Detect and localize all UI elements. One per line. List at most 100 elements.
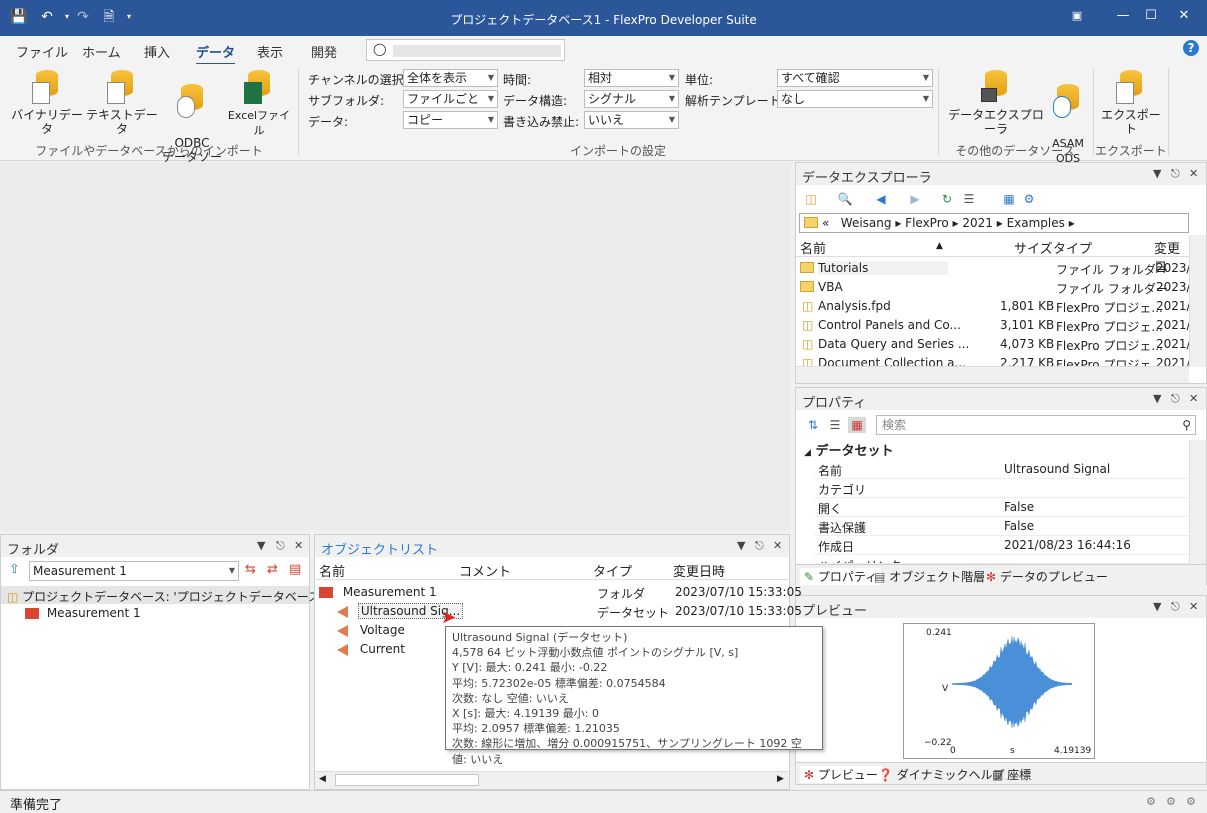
panel-close-icon[interactable]: ✕ (1189, 600, 1198, 613)
column-size[interactable]: サイズ (1014, 238, 1053, 257)
explorer-horizontal-scrollbar[interactable] (796, 366, 1189, 383)
panel-menu-icon[interactable]: ▼ (257, 539, 265, 552)
property-row[interactable]: 名前 Ultrasound Signal (814, 460, 1189, 479)
panel-menu-icon[interactable]: ▼ (1153, 167, 1161, 180)
explorer-row[interactable]: ◫ Document Collection a... 2,217 KB Flex… (796, 354, 1189, 366)
panel-menu-icon[interactable]: ▼ (1153, 392, 1161, 405)
tab-preview[interactable]: ✻ プレビュー (800, 766, 882, 783)
scroll-right-icon[interactable]: ▶ (777, 774, 784, 784)
column-name[interactable]: 名前 (319, 561, 345, 580)
object-row[interactable]: Ultrasound Sig... データセット 2023/07/10 15:3… (337, 603, 802, 620)
new-folder-icon[interactable]: ▤ (289, 562, 301, 577)
tab-object-hierarchy[interactable]: ▤ オブジェクト階層 (874, 568, 985, 585)
panel-menu-icon[interactable]: ▼ (737, 539, 745, 552)
excel-file-button[interactable]: Excelファイル (226, 70, 292, 138)
structure-combo[interactable]: シグナル ▼ (584, 90, 679, 108)
tell-me-input[interactable]: ◯ (366, 39, 565, 61)
ribbon-display-icon[interactable]: ▣ (1054, 0, 1100, 32)
pin-icon[interactable]: ⎋ (1171, 600, 1180, 614)
refresh-icon[interactable]: ↻ (938, 191, 956, 207)
panel-menu-icon[interactable]: ▼ (1153, 600, 1161, 613)
pin-icon[interactable]: ⎋ (1171, 167, 1180, 181)
explorer-vertical-scrollbar[interactable] (1189, 235, 1206, 367)
property-row[interactable]: 作成日 2021/08/23 16:44:16 (814, 536, 1189, 555)
up-folder-icon[interactable]: ⇧ (9, 562, 20, 577)
tab-develop[interactable]: 開発 (311, 42, 337, 61)
property-row[interactable]: 書込保護 False (814, 517, 1189, 536)
scroll-left-icon[interactable]: ◀ (319, 774, 326, 784)
object-row[interactable]: Current (337, 642, 405, 656)
breadcrumb-item[interactable]: 2021 (962, 216, 993, 230)
tab-file[interactable]: ファイル (16, 42, 68, 61)
property-row[interactable]: 開く False (814, 498, 1189, 517)
explorer-row[interactable]: ◫ Analysis.fpd 1,801 KB FlexPro プロジェ... … (796, 297, 1198, 316)
write-protect-combo[interactable]: いいえ ▼ (584, 111, 679, 129)
time-combo[interactable]: 相対 ▼ (584, 69, 679, 87)
property-row[interactable]: カテゴリ (814, 479, 1189, 498)
filter-icon[interactable]: ▦ (848, 417, 866, 433)
breadcrumb-back[interactable]: « (822, 216, 829, 230)
tab-home[interactable]: ホーム (82, 42, 121, 61)
database-tool-icon[interactable]: ◫ (802, 191, 820, 207)
object-row[interactable]: Voltage (337, 623, 405, 637)
channel-select-combo[interactable]: 全体を表示 ▼ (403, 69, 498, 87)
explorer-row[interactable]: ◫ Data Query and Series ... 4,073 KB Fle… (796, 335, 1198, 354)
column-type[interactable]: タイプ (593, 561, 632, 580)
folder-action-icon[interactable]: ⇆ (245, 562, 256, 577)
export-button[interactable]: エクスポート (1097, 70, 1165, 136)
breadcrumb-item[interactable]: Examples (1007, 216, 1065, 230)
column-name[interactable]: 名前 (800, 238, 826, 257)
categorize-icon[interactable]: ☰ (826, 417, 844, 433)
pin-icon[interactable]: ⎋ (276, 539, 285, 553)
data-explorer-button[interactable]: データエクスプローラ (944, 70, 1048, 136)
column-modified[interactable]: 変更日時 (673, 561, 725, 580)
column-type[interactable]: タイプ (1053, 238, 1092, 257)
grid-icon[interactable]: ▦ (1000, 191, 1018, 207)
panel-close-icon[interactable]: ✕ (773, 539, 782, 552)
sort-az-icon[interactable]: ⇅ (804, 417, 822, 433)
tab-coordinates[interactable]: ▦ 座標 (992, 766, 1031, 783)
object-row[interactable]: Measurement 1 フォルダ 2023/07/10 15:33:05 (319, 585, 802, 601)
subfolder-combo[interactable]: ファイルごと ▼ (403, 90, 498, 108)
close-button[interactable]: ✕ (1161, 0, 1207, 32)
column-comment[interactable]: コメント (459, 561, 511, 580)
unit-combo[interactable]: すべて確認 ▼ (777, 69, 933, 87)
tree-item-folder[interactable]: Measurement 1 (25, 606, 141, 620)
view-mode-icon[interactable]: ☰ (960, 191, 978, 207)
tab-data-preview[interactable]: ✻ データのプレビュー (986, 568, 1108, 585)
pin-icon[interactable]: ⎋ (1171, 392, 1180, 406)
folder-combo[interactable]: Measurement 1 ▼ (29, 561, 239, 581)
tab-dynamic-help[interactable]: ❓ ダイナミックヘルプ (878, 766, 1005, 783)
tree-item-project[interactable]: ◫ プロジェクトデータベース: 'プロジェクトデータベース1' (1, 586, 331, 604)
forward-icon[interactable]: ▶ (906, 191, 924, 207)
folder-action-icon[interactable]: ⇄ (267, 562, 278, 577)
properties-search-input[interactable]: 検索 ⚲ (876, 415, 1196, 435)
panel-close-icon[interactable]: ✕ (1189, 392, 1198, 405)
scroll-thumb[interactable] (335, 774, 479, 786)
breadcrumb-item[interactable]: FlexPro (905, 216, 949, 230)
tab-view[interactable]: 表示 (257, 42, 283, 61)
help-icon[interactable]: ? (1183, 40, 1199, 56)
object-list-horizontal-scrollbar[interactable]: ◀ ▶ (315, 771, 789, 789)
data-combo[interactable]: コピー ▼ (403, 111, 498, 129)
explorer-row[interactable]: Tutorials ファイル フォルダー 2023/0 (796, 259, 1198, 278)
search-tool-icon[interactable]: 🔍 (836, 191, 854, 207)
breadcrumb-item[interactable]: Weisang (841, 216, 892, 230)
explorer-row[interactable]: ◫ Control Panels and Co... 3,101 KB Flex… (796, 316, 1198, 335)
panel-close-icon[interactable]: ✕ (294, 539, 303, 552)
tab-insert[interactable]: 挿入 (144, 42, 170, 61)
properties-scrollbar[interactable] (1189, 440, 1206, 564)
property-row[interactable]: ハイパーリンク (814, 555, 1189, 564)
panel-close-icon[interactable]: ✕ (1189, 167, 1198, 180)
template-combo[interactable]: なし ▼ (777, 90, 933, 108)
back-icon[interactable]: ◀ (872, 191, 890, 207)
explorer-row[interactable]: VBA ファイル フォルダー 2023/0 (796, 278, 1198, 297)
tab-data[interactable]: データ (196, 42, 236, 65)
text-data-button[interactable]: テキストデータ (84, 70, 160, 136)
property-section-header[interactable]: ◢ データセット (804, 440, 893, 459)
binary-data-button[interactable]: バイナリデータ (10, 70, 84, 136)
tab-properties[interactable]: ✎ プロパティ (800, 568, 882, 585)
pin-icon[interactable]: ⎋ (755, 539, 764, 553)
breadcrumb[interactable]: « Weisang ▸ FlexPro ▸ 2021 ▸ Examples ▸ (799, 213, 1189, 233)
settings-gear-icon[interactable]: ⚙ (1020, 191, 1038, 207)
